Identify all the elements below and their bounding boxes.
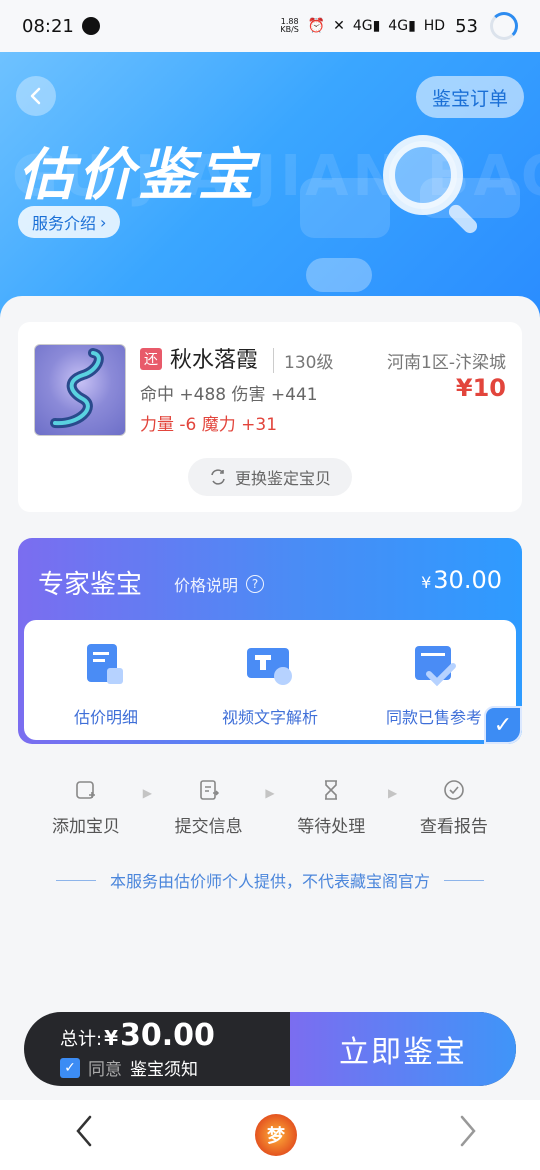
step-add-item-label: 添加宝贝 — [52, 817, 120, 837]
add-item-icon — [74, 778, 98, 802]
expert-price-currency: ¥ — [421, 573, 432, 592]
step-arrow-icon: ▶ — [142, 786, 152, 800]
selected-check-icon: ✓ — [484, 706, 522, 744]
step-view-report: 查看报告 — [408, 778, 500, 837]
back-button[interactable] — [16, 76, 56, 116]
step-waiting-label: 等待处理 — [297, 817, 366, 837]
item-image — [50, 348, 104, 429]
swap-item-label: 更换鉴定宝贝 — [234, 469, 331, 488]
disclaimer-text: 本服务由估价师个人提供，不代表藏宝阁官方 — [109, 872, 430, 891]
submit-info-icon — [197, 778, 221, 802]
process-steps: 添加宝贝 ▶ 提交信息 ▶ 等待处理 ▶ 查看报告 — [40, 778, 500, 837]
logo-char: 梦 — [267, 1126, 285, 1147]
chat-bubble-icon — [81, 17, 100, 35]
divider — [444, 879, 484, 881]
item-type-badge: 还 — [140, 348, 162, 370]
price-note-label: 价格说明 — [174, 576, 239, 595]
feature-video-text-analysis-label: 视频文字解析 — [221, 708, 318, 727]
chevron-right-icon — [460, 1115, 476, 1146]
checkout-bar: 总计: ¥ 30.00 ✓ 同意 鉴宝须知 立即鉴宝 — [24, 1012, 516, 1086]
item-card: 还 秋水落霞 130级 命中 +488 伤害 +441 力量 -6 魔力 +31… — [18, 322, 522, 512]
appraise-now-button[interactable]: 立即鉴宝 — [290, 1012, 516, 1086]
signal-4g-icon: 4G▮ — [352, 18, 381, 34]
chevron-left-icon — [30, 87, 41, 105]
item-level: 130级 — [273, 348, 333, 373]
step-arrow-icon: ▶ — [265, 786, 275, 800]
nav-forward-button[interactable] — [456, 1113, 480, 1158]
bottom-nav: 梦 — [0, 1100, 540, 1170]
disclaimer: 本服务由估价师个人提供，不代表藏宝阁官方 — [0, 868, 540, 892]
swap-item-button[interactable]: 更换鉴定宝贝 — [188, 458, 352, 496]
item-extra-stats: 力量 -6 魔力 +31 — [140, 415, 278, 435]
divider — [55, 879, 96, 881]
step-submit-info-label: 提交信息 — [174, 817, 243, 837]
feature-estimate-detail: 估价明细 — [24, 620, 188, 740]
agreement-row: ✓ 同意 鉴宝须知 — [60, 1055, 290, 1080]
step-view-report-label: 查看报告 — [419, 817, 488, 837]
expert-features: 估价明细 视频文字解析 同款已售参考 — [24, 620, 516, 740]
expert-price: ¥30.00 — [421, 566, 502, 594]
banner-decoration — [300, 178, 390, 238]
item-price: ¥10 — [455, 374, 506, 402]
step-arrow-icon: ▶ — [387, 786, 398, 800]
expert-price-value: 30.00 — [433, 566, 502, 594]
status-indicators: 1.88 KB/S ⏰ ✕ 4G▮ 4G▮ HD 53 — [280, 12, 518, 40]
chevron-left-icon — [76, 1115, 92, 1146]
status-bar: 08:21 1.88 KB/S ⏰ ✕ 4G▮ 4G▮ HD 53 — [0, 0, 540, 52]
mute-icon: ✕ — [333, 18, 345, 34]
network-speed-unit: KB/S — [280, 25, 299, 34]
item-thumbnail[interactable] — [34, 344, 126, 436]
price-note-link[interactable]: 价格说明 ? — [174, 572, 265, 596]
magnifier-icon — [383, 135, 478, 234]
signal2-label: 4G — [388, 18, 409, 34]
appraisal-terms-link[interactable]: 鉴宝须知 — [130, 1055, 198, 1080]
network-speed: 1.88 KB/S — [280, 18, 300, 34]
status-time: 08:21 — [22, 15, 74, 37]
hourglass-icon — [319, 778, 343, 802]
feature-estimate-detail-label: 估价明细 — [73, 708, 138, 727]
service-intro-label: 服务介绍 — [32, 214, 97, 233]
total-amount: 30.00 — [120, 1018, 215, 1053]
agree-prefix: 同意 — [88, 1060, 122, 1080]
item-server: 河南1区-汴梁城 — [387, 353, 506, 373]
loading-ring-icon — [490, 12, 518, 40]
appraisal-orders-button[interactable]: 鉴宝订单 — [415, 76, 524, 118]
check-report-icon — [442, 778, 466, 802]
item-name: 秋水落霞 — [170, 348, 259, 373]
item-stats: 命中 +488 伤害 +441 — [140, 385, 318, 405]
total-currency: ¥ — [104, 1026, 118, 1050]
hd-icon: HD — [423, 18, 446, 34]
total-line: 总计: ¥ 30.00 — [60, 1018, 290, 1053]
service-intro-button[interactable]: 服务介绍 › — [18, 206, 121, 238]
cangbaoge-logo[interactable]: 梦 — [255, 1114, 297, 1156]
chevron-right-icon: › — [100, 212, 107, 232]
battery-level: 53 — [455, 15, 478, 37]
swap-icon — [211, 469, 225, 485]
estimate-detail-icon — [87, 644, 123, 684]
alarm-icon: ⏰ — [307, 18, 326, 34]
page-title: 估价鉴宝 — [18, 143, 258, 208]
chat-bubble-decoration — [306, 258, 372, 292]
sold-reference-icon — [415, 646, 456, 687]
signal1-label: 4G — [352, 18, 373, 34]
expert-appraisal-card[interactable]: 专家鉴宝 价格说明 ? ¥30.00 估价明细 视频文字解析 同款已售参考 ✓ — [18, 538, 522, 744]
signal-4g-icon-2: 4G▮ — [388, 18, 416, 34]
feature-sold-reference-label: 同款已售参考 — [385, 708, 482, 727]
step-add-item: 添加宝贝 — [40, 778, 132, 837]
video-text-analysis-icon — [247, 648, 292, 685]
nav-back-button[interactable] — [72, 1113, 96, 1158]
feature-video-text-analysis: 视频文字解析 — [188, 620, 352, 740]
expert-title: 专家鉴宝 — [38, 570, 143, 600]
step-waiting: 等待处理 — [285, 778, 377, 837]
help-icon: ? — [246, 575, 265, 593]
agree-checkbox[interactable]: ✓ — [60, 1057, 80, 1078]
step-submit-info: 提交信息 — [163, 778, 255, 837]
total-label: 总计: — [60, 1029, 103, 1050]
total-area: 总计: ¥ 30.00 ✓ 同意 鉴宝须知 — [24, 1012, 290, 1086]
